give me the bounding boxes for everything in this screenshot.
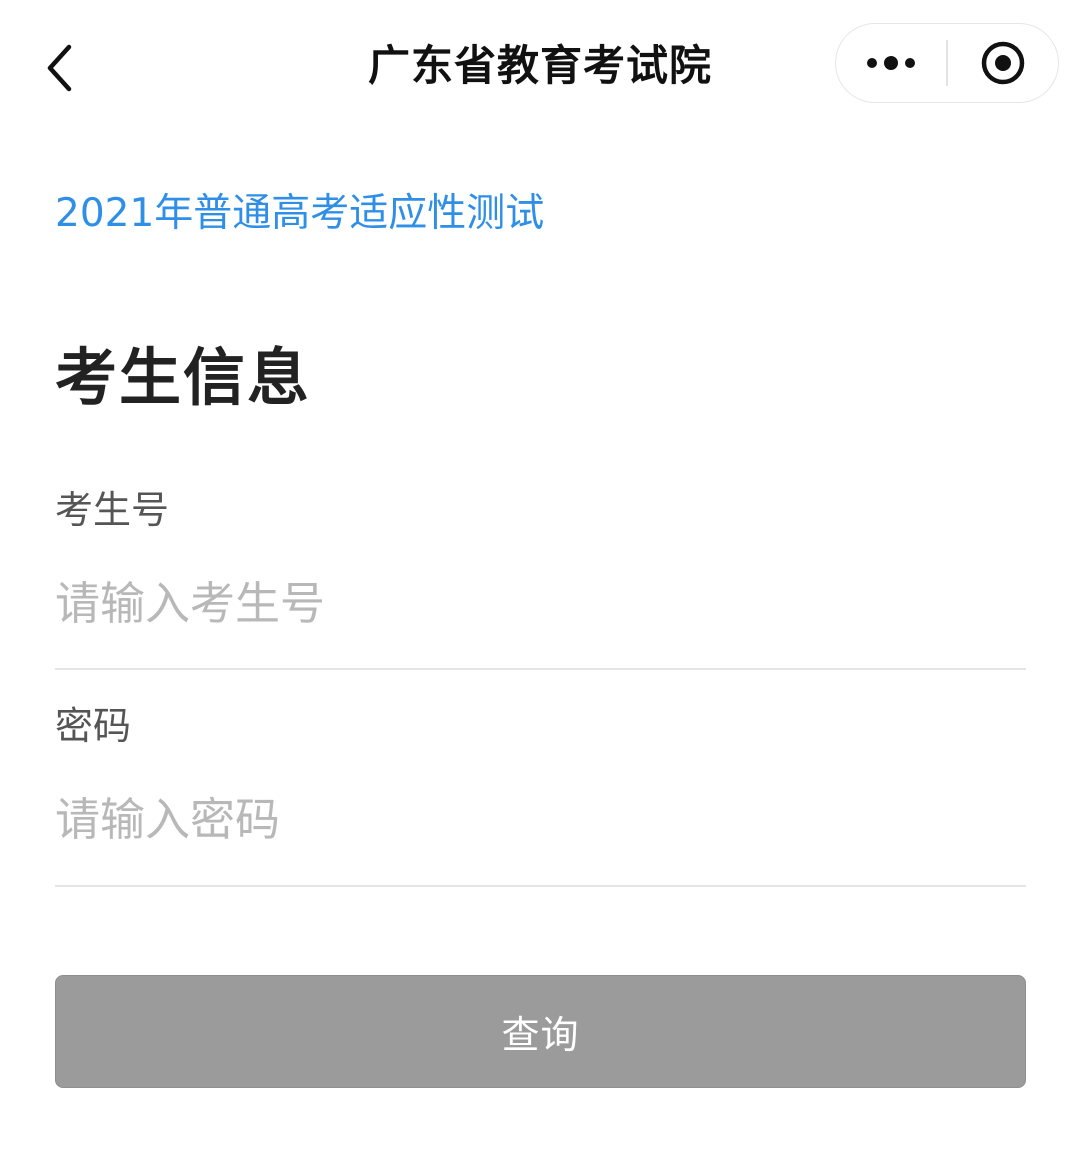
navigation-bar: 广东省教育考试院 [0,0,1080,130]
more-button[interactable] [836,24,946,102]
chevron-left-icon [47,44,72,92]
close-button[interactable] [948,24,1058,102]
candidate-number-input[interactable] [55,568,1025,638]
password-input[interactable] [55,784,1025,854]
more-dots-icon [867,56,916,70]
back-button[interactable] [30,36,90,100]
section-title: 考生信息 [55,341,312,414]
target-close-icon [981,41,1025,85]
candidate-number-underline [55,668,1026,670]
password-underline [55,885,1026,887]
page-title: 广东省教育考试院 [367,41,712,90]
exam-name-link[interactable]: 2021年普通高考适应性测试 [55,186,544,242]
mini-program-capsule [835,23,1059,103]
password-label: 密码 [55,704,132,748]
candidate-number-label: 考生号 [55,488,170,532]
query-button[interactable]: 查询 [55,975,1026,1088]
query-button-label: 查询 [501,1013,580,1057]
